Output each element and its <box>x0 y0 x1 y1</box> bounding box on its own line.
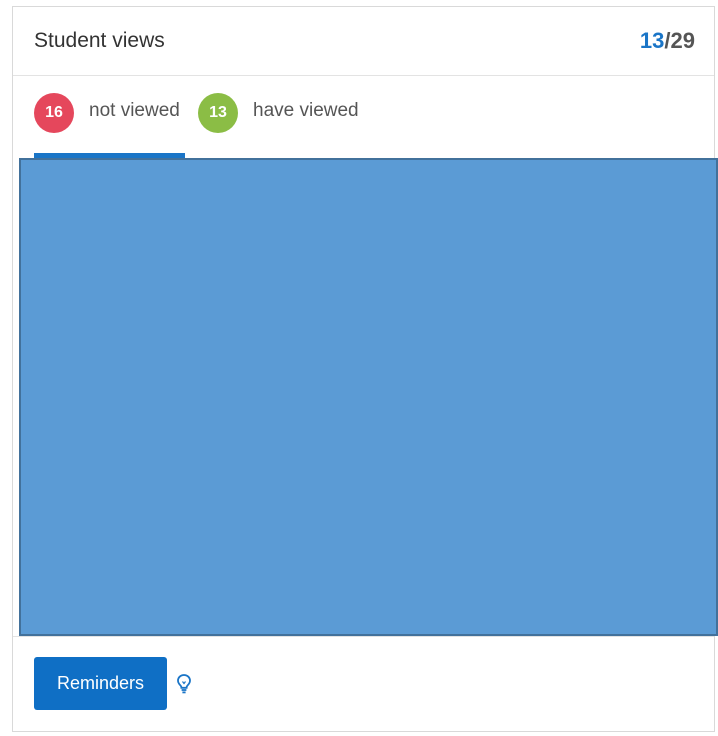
footer-divider <box>13 636 714 637</box>
student-views-card: Student views 13/29 16 not viewed 13 hav… <box>12 6 718 732</box>
views-count-viewed: 13 <box>639 28 665 53</box>
tab-not-viewed-label: not viewed <box>89 100 180 121</box>
have-viewed-count-badge: 13 <box>198 93 238 133</box>
tab-have-viewed[interactable]: 13 have viewed <box>198 77 378 159</box>
not-viewed-count-badge: 16 <box>34 93 74 133</box>
lightbulb-icon[interactable] <box>176 673 192 695</box>
card-header: Student views 13/29 <box>13 7 714 76</box>
views-count-total: 29 <box>670 28 695 53</box>
view-status-tabs: 16 not viewed 13 have viewed <box>13 77 714 159</box>
views-count: 13/29 <box>640 28 695 54</box>
reminders-button[interactable]: Reminders <box>34 657 167 710</box>
student-list-panel <box>19 158 718 636</box>
tab-not-viewed[interactable]: 16 not viewed <box>34 77 185 159</box>
card-title: Student views <box>34 29 165 52</box>
tab-have-viewed-label: have viewed <box>253 100 359 121</box>
